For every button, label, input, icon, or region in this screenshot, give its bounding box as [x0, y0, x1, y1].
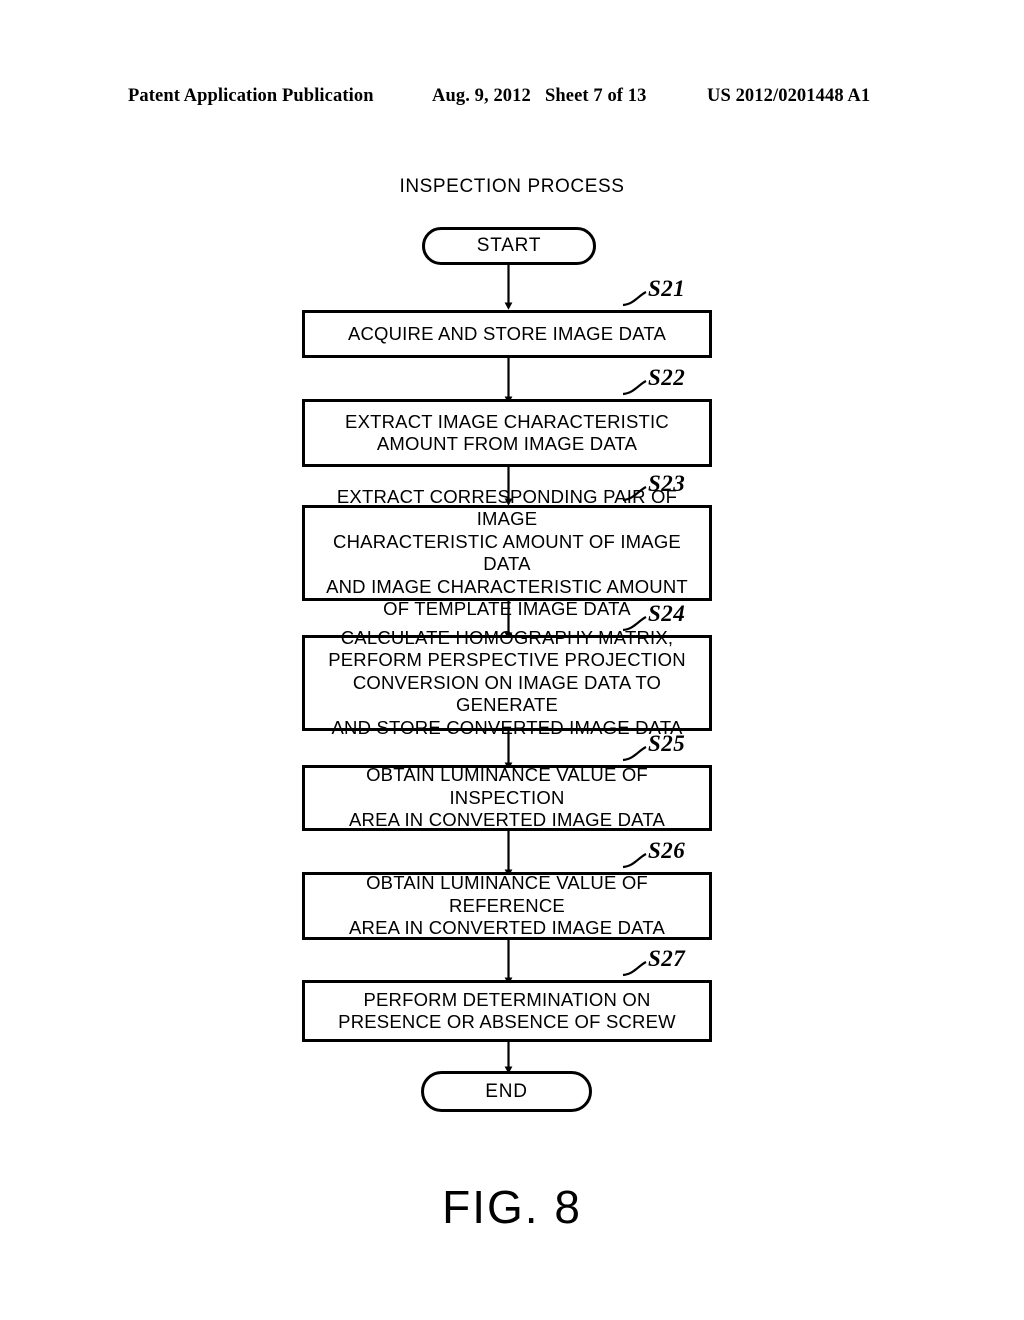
step-label-s24: S24: [648, 601, 686, 626]
flow-node-s23[interactable]: EXTRACT CORRESPONDING PAIR OF IMAGE CHAR…: [302, 486, 712, 619]
flow-node-start[interactable]: START: [422, 227, 596, 265]
flow-node-s25[interactable]: OBTAIN LUMINANCE VALUE OF INSPECTION ARE…: [302, 764, 712, 831]
flow-node-start-label: START: [476, 235, 542, 256]
flow-node-s27-text: PERFORM DETERMINATION ON PRESENCE OR ABS…: [338, 988, 676, 1033]
flow-node-end-label: END: [485, 1080, 528, 1102]
flow-node-s26[interactable]: OBTAIN LUMINANCE VALUE OF REFERENCE AREA…: [302, 872, 712, 940]
step-label-s21: S21: [648, 276, 686, 301]
step-label-s23: S23: [648, 471, 686, 496]
flow-node-s22[interactable]: EXTRACT IMAGE CHARACTERISTIC AMOUNT FROM…: [302, 399, 712, 467]
flow-node-s21-text: ACQUIRE AND STORE IMAGE DATA: [347, 322, 667, 344]
step-label-s26: S26: [648, 838, 686, 863]
flow-node-end[interactable]: END: [421, 1071, 592, 1112]
flowchart-diagram: INSPECTION PROCESS START ACQUIRE AND STO…: [0, 0, 1024, 1320]
flow-node-s26-text: OBTAIN LUMINANCE VALUE OF REFERENCE AREA…: [348, 872, 666, 939]
figure-caption: FIG. 8: [442, 1181, 582, 1233]
step-label-s22: S22: [648, 365, 686, 390]
step-label-s25: S25: [648, 731, 686, 756]
flowchart-title: INSPECTION PROCESS: [399, 176, 625, 197]
flow-node-s24-text: CALCULATE HOMOGRAPHY MATRIX, PERFORM PER…: [328, 626, 686, 738]
flow-node-s21[interactable]: ACQUIRE AND STORE IMAGE DATA: [302, 310, 712, 358]
flow-node-s24[interactable]: CALCULATE HOMOGRAPHY MATRIX, PERFORM PER…: [302, 627, 712, 738]
flow-node-s27[interactable]: PERFORM DETERMINATION ON PRESENCE OR ABS…: [302, 980, 712, 1042]
flow-node-s25-text: OBTAIN LUMINANCE VALUE OF INSPECTION ARE…: [348, 764, 666, 831]
flow-node-s22-text: EXTRACT IMAGE CHARACTERISTIC AMOUNT FROM…: [345, 410, 669, 455]
flow-node-s23-text: EXTRACT CORRESPONDING PAIR OF IMAGE CHAR…: [326, 485, 688, 620]
step-label-s27: S27: [648, 946, 686, 971]
